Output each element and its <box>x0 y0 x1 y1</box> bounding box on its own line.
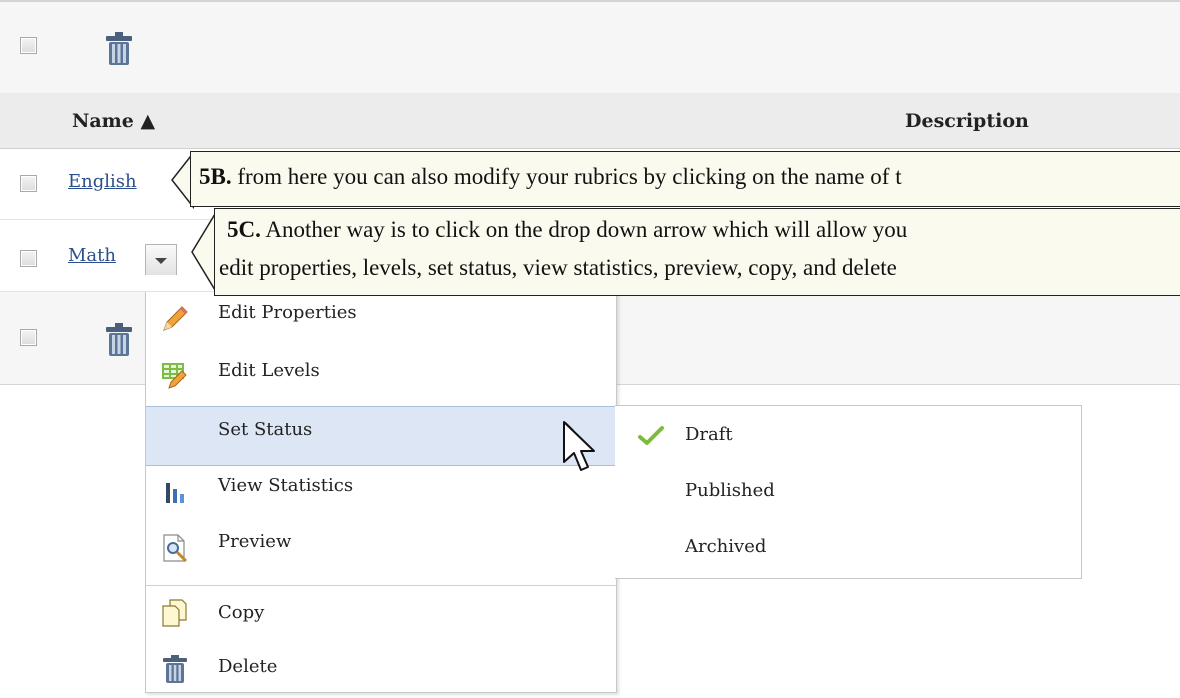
table-header: Name ▲ Description <box>0 93 1180 149</box>
pencil-icon <box>163 306 188 331</box>
magnifier-page-icon <box>163 534 188 563</box>
menu-item-preview[interactable]: Preview <box>146 521 616 577</box>
submenu-item-archived[interactable]: Archived <box>615 520 1081 576</box>
bar-chart-icon <box>166 483 184 503</box>
trash-icon[interactable] <box>104 31 134 67</box>
mouse-cursor-icon <box>563 421 595 471</box>
row-dropdown-button[interactable] <box>145 244 177 275</box>
callout-5b: 5B. from here you can also modify your r… <box>190 151 1180 207</box>
row-checkbox[interactable] <box>20 250 37 267</box>
row-actions-menu: Edit Properties Edit Levels Set Status V… <box>145 292 617 693</box>
trash-icon[interactable] <box>104 322 134 358</box>
submenu-item-draft[interactable]: Draft <box>615 408 1081 464</box>
callout-text-line2: edit properties, levels, set status, vie… <box>219 255 897 280</box>
checkmark-icon <box>638 426 664 445</box>
name-column-header[interactable]: Name ▲ <box>72 110 155 132</box>
menu-item-delete[interactable]: Delete <box>146 642 616 698</box>
trash-icon <box>163 655 187 683</box>
top-toolbar <box>0 0 1180 95</box>
callout-5c: 5C. Another way is to click on the drop … <box>214 208 1180 296</box>
menu-item-edit-levels[interactable]: Edit Levels <box>146 348 616 404</box>
callout-text: from here you can also modify your rubri… <box>231 164 902 189</box>
row-checkbox[interactable] <box>20 175 37 192</box>
callout-number: 5B. <box>199 164 232 189</box>
chevron-down-icon <box>155 258 167 264</box>
callout-text: Another way is to click on the drop down… <box>260 217 908 242</box>
grid-pencil-icon <box>162 363 187 389</box>
menu-item-copy[interactable]: Copy <box>146 586 616 642</box>
menu-item-view-statistics[interactable]: View Statistics <box>146 465 616 521</box>
rubric-name-link[interactable]: English <box>68 171 137 192</box>
callout-number: 5C. <box>227 217 261 242</box>
select-all-checkbox[interactable] <box>20 37 37 54</box>
submenu-item-published[interactable]: Published <box>615 464 1081 520</box>
rubric-name-link[interactable]: Math <box>68 245 116 266</box>
copy-icon <box>162 599 187 627</box>
menu-item-set-status[interactable]: Set Status <box>146 406 616 466</box>
menu-item-edit-properties[interactable]: Edit Properties <box>146 292 616 348</box>
description-column-header: Description <box>905 110 1029 132</box>
set-status-submenu: Draft Published Archived <box>615 405 1082 579</box>
select-all-checkbox[interactable] <box>20 329 37 346</box>
